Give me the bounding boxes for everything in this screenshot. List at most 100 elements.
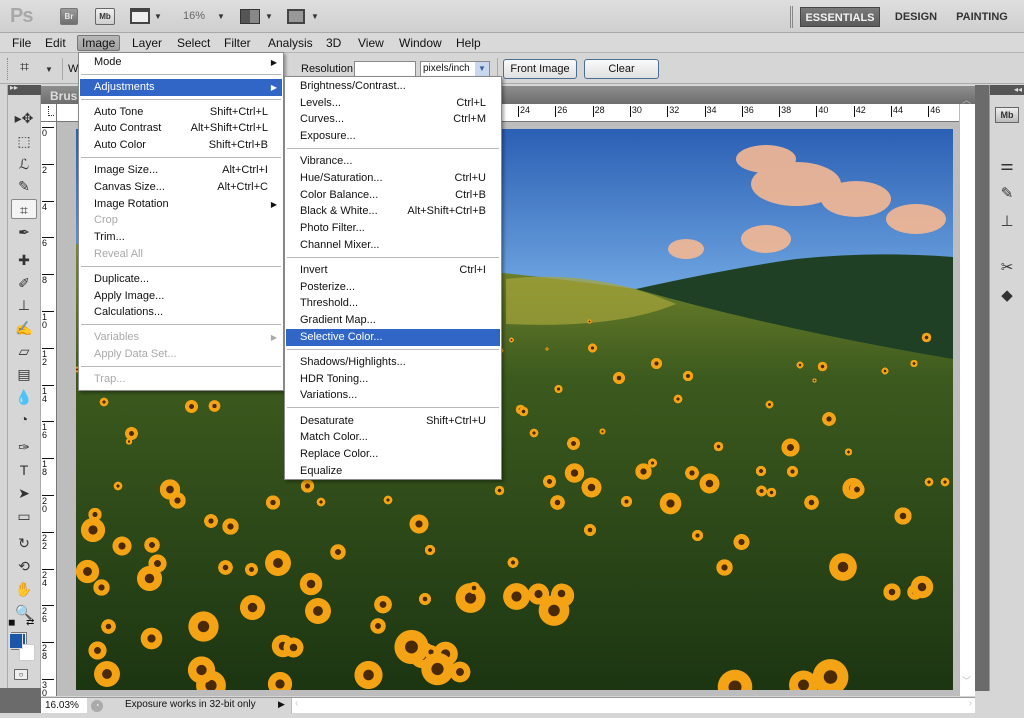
chevron-down-icon[interactable]: ▼ <box>311 12 319 21</box>
menu-window[interactable]: Window <box>395 35 446 51</box>
menu-file[interactable]: File <box>8 35 35 51</box>
expand-panel-icon[interactable]: ▸▸ <box>10 83 18 92</box>
hand-tool-icon[interactable]: ✋ <box>11 579 37 599</box>
type-tool-icon[interactable]: T <box>11 460 37 480</box>
chevron-down-icon[interactable]: ▼ <box>154 12 162 21</box>
brush-presets-panel-icon[interactable]: ✎ <box>995 183 1019 205</box>
menu-item-variations[interactable]: Variations... <box>286 387 500 404</box>
status-info-icon[interactable]: ◔ <box>91 700 103 712</box>
menu-item-photo-filter[interactable]: Photo Filter... <box>286 220 500 237</box>
scroll-down-icon[interactable]: ﹀ <box>962 674 971 687</box>
menu-item-gradient-map[interactable]: Gradient Map... <box>286 312 500 329</box>
3d-panel-icon[interactable]: ◆ <box>995 285 1019 307</box>
minibridge-panel-icon[interactable]: Mb <box>995 107 1019 123</box>
view-extras-icon[interactable] <box>130 8 150 24</box>
quick-selection-tool-icon[interactable]: ✎ <box>11 176 37 196</box>
workspace-painting[interactable]: PAINTING <box>950 7 1014 27</box>
clear-button[interactable]: Clear <box>584 59 659 79</box>
bridge-button[interactable]: Br <box>60 8 78 25</box>
crop-tool-icon[interactable]: ⌗ <box>11 199 37 220</box>
quick-mask-icon[interactable]: ○ <box>14 669 28 680</box>
menu-item-replace-color[interactable]: Replace Color... <box>286 446 500 463</box>
menu-item-color-balance[interactable]: Color Balance... Ctrl+B <box>286 187 500 204</box>
menu-item-curves[interactable]: Curves... Ctrl+M <box>286 111 500 128</box>
screen-mode-icon[interactable] <box>287 9 305 24</box>
foreground-color-front[interactable] <box>9 633 23 649</box>
workspace-essentials[interactable]: ESSENTIALS <box>800 7 880 27</box>
tools-preset-panel-icon[interactable]: ✂ <box>995 257 1019 279</box>
menu-view[interactable]: View <box>354 35 388 51</box>
scroll-up-icon[interactable]: ︿ <box>962 93 971 106</box>
menu-item-auto-contrast[interactable]: Auto Contrast Alt+Shift+Ctrl+L <box>80 120 282 137</box>
scroll-right-icon[interactable]: › <box>969 698 972 709</box>
menu-analysis[interactable]: Analysis <box>264 35 317 51</box>
horizontal-scrollbar[interactable]: ‹ › <box>291 698 975 713</box>
menu-item-black-white[interactable]: Black & White... Alt+Shift+Ctrl+B <box>286 203 500 220</box>
pen-tool-icon[interactable]: ✑ <box>11 437 37 457</box>
brush-tool-icon[interactable]: ✐ <box>11 273 37 293</box>
menu-item-selective-color[interactable]: Selective Color... <box>286 328 500 346</box>
status-zoom-field[interactable]: 16.03% <box>41 698 87 713</box>
resolution-input[interactable] <box>354 61 416 77</box>
healing-brush-tool-icon[interactable]: ✚ <box>11 250 37 270</box>
adjustments-panel-icon[interactable]: ⚌ <box>995 155 1019 177</box>
menu-item-shadows-highlights[interactable]: Shadows/Highlights... <box>286 354 500 371</box>
chevron-down-icon[interactable]: ▼ <box>265 12 273 21</box>
vertical-scrollbar[interactable]: ︿ ﹀ <box>959 95 975 696</box>
default-colors-icon[interactable]: ◼ <box>8 617 15 628</box>
menu-item-match-color[interactable]: Match Color... <box>286 429 500 446</box>
menu-item-mode[interactable]: Mode ▶ <box>80 54 282 71</box>
menu-item-levels[interactable]: Levels... Ctrl+L <box>286 95 500 112</box>
menu-item-channel-mixer[interactable]: Channel Mixer... <box>286 237 500 254</box>
clone-source-panel-icon[interactable]: ⊥ <box>995 211 1019 233</box>
3d-rotate-tool-icon[interactable]: ↻ <box>11 533 37 553</box>
zoom-level-dropdown[interactable]: 16% <box>183 10 205 22</box>
eyedropper-tool-icon[interactable]: ✒ <box>11 222 37 242</box>
3d-orbit-tool-icon[interactable]: ⟲ <box>11 556 37 576</box>
tools-panel-header[interactable]: ▸▸ <box>8 83 41 95</box>
workspace-design[interactable]: DESIGN <box>886 7 946 27</box>
menu-item-auto-color[interactable]: Auto Color Shift+Ctrl+B <box>80 137 282 154</box>
menu-item-auto-tone[interactable]: Auto Tone Shift+Ctrl+L <box>80 104 282 121</box>
ruler-origin[interactable] <box>41 104 57 122</box>
marquee-tool-icon[interactable]: ⬚ <box>11 131 37 151</box>
menu-item-hdr-toning[interactable]: HDR Toning... <box>286 371 500 388</box>
menu-item-canvas-size[interactable]: Canvas Size... Alt+Ctrl+C <box>80 179 282 196</box>
blur-tool-icon[interactable]: 💧 <box>11 387 37 407</box>
menu-item-calculations[interactable]: Calculations... <box>80 304 282 321</box>
menu-item-exposure[interactable]: Exposure... <box>286 128 500 145</box>
status-menu-arrow-icon[interactable]: ▶ <box>278 699 285 710</box>
arrange-documents-icon[interactable] <box>240 9 260 24</box>
dodge-tool-icon[interactable]: ◔ <box>11 409 37 429</box>
history-brush-tool-icon[interactable]: ✍ <box>11 318 37 338</box>
scroll-left-icon[interactable]: ‹ <box>295 698 298 709</box>
options-bar-grip[interactable] <box>7 58 10 80</box>
menu-item-trim[interactable]: Trim... <box>80 229 282 246</box>
crop-tool-preset-icon[interactable]: ⌗ <box>20 59 29 77</box>
shape-tool-icon[interactable]: ▭ <box>11 506 37 526</box>
path-selection-tool-icon[interactable]: ➤ <box>11 483 37 503</box>
resolution-unit-select[interactable]: pixels/inch ▼ <box>420 61 490 77</box>
menu-help[interactable]: Help <box>452 35 485 51</box>
menu-item-hue-saturation[interactable]: Hue/Saturation... Ctrl+U <box>286 170 500 187</box>
menu-item-desaturate[interactable]: Desaturate Shift+Ctrl+U <box>286 413 500 430</box>
menu-item-image-size[interactable]: Image Size... Alt+Ctrl+I <box>80 162 282 179</box>
menu-item-apply-image[interactable]: Apply Image... <box>80 288 282 305</box>
menu-3d[interactable]: 3D <box>322 35 345 51</box>
menu-item-brightness-contrast[interactable]: Brightness/Contrast... <box>286 78 500 95</box>
menu-filter[interactable]: Filter <box>220 35 255 51</box>
menu-item-duplicate[interactable]: Duplicate... <box>80 271 282 288</box>
menu-select[interactable]: Select <box>173 35 214 51</box>
minibridge-button[interactable]: Mb <box>95 8 115 25</box>
menu-image[interactable]: Image <box>77 35 121 51</box>
swap-colors-icon[interactable]: ⇄ <box>26 617 34 628</box>
move-tool-icon[interactable]: ▸✥ <box>11 108 37 128</box>
menu-item-invert[interactable]: Invert Ctrl+I <box>286 262 500 279</box>
eraser-tool-icon[interactable]: ▱ <box>11 341 37 361</box>
menu-item-posterize[interactable]: Posterize... <box>286 279 500 296</box>
chevron-down-icon[interactable]: ▼ <box>45 65 53 74</box>
menu-item-image-rotation[interactable]: Image Rotation ▶ <box>80 196 282 213</box>
lasso-tool-icon[interactable]: ℒ <box>11 154 37 174</box>
menu-edit[interactable]: Edit <box>41 35 70 51</box>
menu-item-threshold[interactable]: Threshold... <box>286 295 500 312</box>
